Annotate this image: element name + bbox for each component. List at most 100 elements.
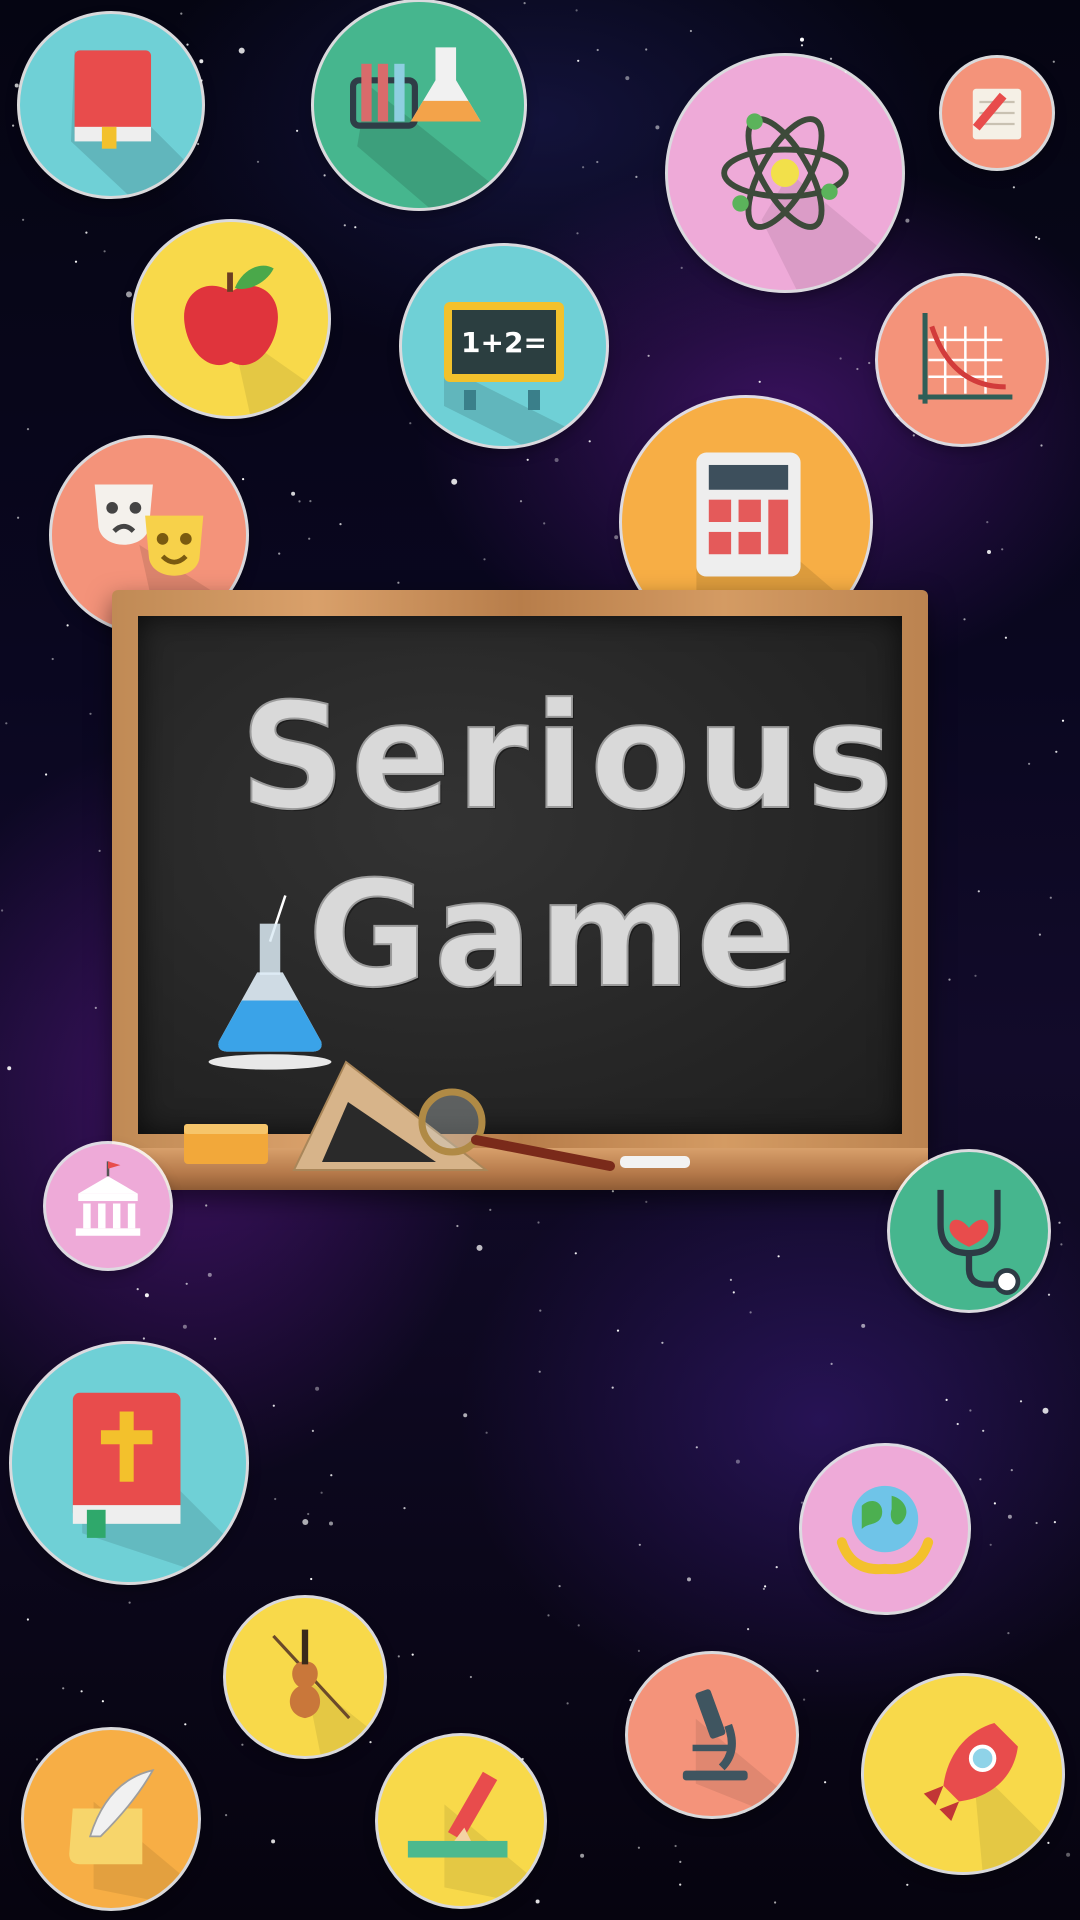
star xyxy=(800,44,804,47)
star xyxy=(1012,186,1016,189)
chemistry-tubes-icon[interactable] xyxy=(314,2,524,208)
star xyxy=(1061,719,1065,722)
star xyxy=(625,76,630,81)
star xyxy=(1028,762,1031,765)
star xyxy=(637,1846,641,1849)
museum-icon[interactable] xyxy=(46,1144,170,1268)
star xyxy=(411,1653,414,1656)
star xyxy=(98,849,101,853)
star xyxy=(207,1272,212,1277)
star xyxy=(309,500,312,503)
book-icon[interactable] xyxy=(20,14,202,196)
star xyxy=(547,1614,550,1617)
star xyxy=(298,500,301,503)
star xyxy=(238,47,245,54)
star xyxy=(558,1585,561,1588)
star xyxy=(596,48,599,52)
star xyxy=(476,1244,483,1251)
star xyxy=(136,1288,139,1291)
math-board-icon[interactable]: 1+2= xyxy=(402,246,606,446)
star xyxy=(128,1601,131,1604)
star xyxy=(1035,1521,1038,1525)
microscope-icon[interactable] xyxy=(628,1654,796,1816)
star xyxy=(1058,1221,1061,1224)
star xyxy=(320,1491,323,1494)
star xyxy=(489,1208,492,1211)
star xyxy=(735,1459,740,1464)
star xyxy=(214,1337,217,1340)
star xyxy=(291,491,296,496)
star xyxy=(861,1323,866,1328)
star xyxy=(274,1497,277,1501)
quill-scroll-icon[interactable] xyxy=(24,1730,198,1908)
star xyxy=(272,1404,275,1407)
star xyxy=(185,1282,188,1285)
star xyxy=(638,1543,641,1546)
star xyxy=(945,1398,948,1401)
star xyxy=(315,1386,320,1391)
star xyxy=(580,1853,585,1858)
notebook-pencil-icon[interactable] xyxy=(942,58,1052,168)
star xyxy=(483,558,486,561)
star xyxy=(777,1255,780,1258)
star xyxy=(519,500,523,503)
star xyxy=(775,1566,778,1569)
star xyxy=(747,1628,750,1631)
star xyxy=(537,1221,540,1224)
star xyxy=(948,978,951,981)
star xyxy=(645,1200,648,1203)
star xyxy=(993,1502,997,1505)
star xyxy=(982,1429,985,1432)
star xyxy=(576,232,579,235)
star xyxy=(987,550,991,554)
atom-icon[interactable] xyxy=(668,56,902,290)
star xyxy=(637,1649,641,1652)
violin-icon[interactable] xyxy=(226,1598,384,1756)
star xyxy=(0,909,4,912)
star xyxy=(1001,548,1004,551)
star xyxy=(469,1675,472,1679)
star xyxy=(1038,237,1041,240)
star xyxy=(307,1512,310,1516)
star xyxy=(1040,444,1043,447)
star xyxy=(1042,1407,1049,1414)
star xyxy=(463,1413,468,1418)
star xyxy=(485,1431,488,1434)
star xyxy=(330,1474,333,1477)
earth-hands-icon[interactable] xyxy=(802,1446,968,1612)
star xyxy=(687,1577,691,1582)
star xyxy=(62,1687,65,1690)
star xyxy=(695,1446,698,1449)
star xyxy=(758,380,761,383)
stethoscope-icon[interactable] xyxy=(890,1152,1048,1310)
apple-icon[interactable] xyxy=(134,222,328,416)
star xyxy=(647,354,650,357)
star xyxy=(689,29,693,33)
star xyxy=(1004,636,1008,639)
star xyxy=(397,581,400,584)
star xyxy=(803,1698,806,1701)
star xyxy=(184,1723,187,1726)
star xyxy=(749,1311,752,1314)
star xyxy=(343,224,346,227)
star xyxy=(1047,1293,1051,1296)
star xyxy=(816,1669,819,1672)
star xyxy=(543,522,546,525)
star xyxy=(89,712,92,715)
star xyxy=(577,1624,580,1627)
star xyxy=(310,1577,313,1581)
graph-icon[interactable] xyxy=(878,276,1046,444)
star xyxy=(1053,1521,1056,1524)
star xyxy=(824,1781,827,1784)
star xyxy=(205,1204,208,1207)
rocket-icon[interactable] xyxy=(864,1676,1062,1872)
star xyxy=(302,1519,309,1525)
star xyxy=(5,722,8,725)
star xyxy=(635,175,638,178)
star xyxy=(674,1844,677,1848)
bible-icon[interactable] xyxy=(12,1344,246,1582)
star xyxy=(1007,1514,1012,1519)
pencil-ruler-icon[interactable] xyxy=(378,1736,544,1906)
star xyxy=(329,1521,333,1526)
star xyxy=(311,1429,314,1432)
